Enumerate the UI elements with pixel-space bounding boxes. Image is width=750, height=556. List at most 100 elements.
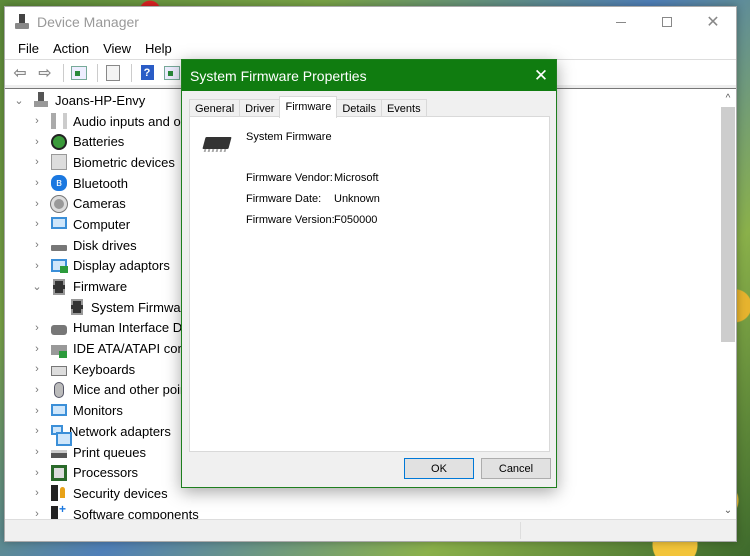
chip-icon xyxy=(202,137,232,149)
computer-icon xyxy=(33,92,49,108)
webcam-icon xyxy=(51,195,67,212)
tree-item-label: Bluetooth xyxy=(73,175,128,191)
tree-item-label: Software components xyxy=(73,506,199,519)
software-component-icon xyxy=(51,502,66,519)
chevron-down-icon: ⌄ xyxy=(723,505,733,516)
maximize-icon xyxy=(662,17,672,27)
firmware-vendor-value: Microsoft xyxy=(334,172,379,184)
back-arrow-icon: ⇦ xyxy=(13,64,27,82)
toolbar-separator xyxy=(97,63,98,82)
properties-dialog: System Firmware Properties ✕ General Dri… xyxy=(181,59,557,488)
printer-icon xyxy=(51,450,67,459)
chevron-right-icon[interactable]: › xyxy=(31,218,43,230)
back-button[interactable]: ⇦ xyxy=(9,63,31,83)
chip-icon xyxy=(71,299,83,316)
close-icon: ✕ xyxy=(533,65,549,85)
tree-item-label: Monitors xyxy=(73,403,123,419)
chevron-right-icon[interactable]: › xyxy=(31,508,43,519)
ide-controller-icon xyxy=(51,345,67,359)
chevron-right-icon[interactable]: › xyxy=(31,425,43,437)
dialog-close-button[interactable]: ✕ xyxy=(526,60,556,91)
help-button[interactable]: ? xyxy=(136,63,158,83)
chevron-right-icon[interactable]: › xyxy=(31,177,43,189)
tab-firmware[interactable]: Firmware xyxy=(279,96,338,118)
tree-item-label: Computer xyxy=(73,216,131,232)
chevron-right-icon[interactable]: › xyxy=(31,384,43,396)
chevron-right-icon[interactable]: › xyxy=(31,239,43,251)
vertical-scrollbar[interactable]: ^ ⌄ xyxy=(720,90,736,519)
tree-item-label: System Firmware xyxy=(91,299,193,315)
chip-icon xyxy=(53,278,65,295)
maximize-button[interactable] xyxy=(644,7,690,37)
fingerprint-icon xyxy=(51,154,67,171)
chevron-right-icon[interactable]: › xyxy=(31,467,43,479)
tree-item-label: Print queues xyxy=(73,444,146,460)
device-name: System Firmware xyxy=(246,131,332,143)
chevron-right-icon[interactable]: › xyxy=(31,487,43,499)
disk-drive-icon xyxy=(51,245,67,252)
tree-item-label: Disk drives xyxy=(73,237,137,253)
chevron-right-icon[interactable]: › xyxy=(31,136,43,148)
dialog-tabs: General Driver Firmware Details Events xyxy=(189,96,427,118)
chevron-right-icon[interactable]: › xyxy=(31,115,43,127)
firmware-date-label: Firmware Date: xyxy=(246,193,322,205)
chevron-right-icon[interactable]: › xyxy=(31,322,43,334)
device-manager-icon xyxy=(15,14,31,30)
minimize-button[interactable] xyxy=(598,7,644,37)
tree-item-label: Batteries xyxy=(73,134,125,150)
forward-button[interactable]: ⇨ xyxy=(34,63,56,83)
bluetooth-icon: ʙ xyxy=(51,175,67,192)
tree-item-software-components[interactable]: › Software components xyxy=(5,502,720,519)
firmware-date-value: Unknown xyxy=(334,193,380,205)
properties-button[interactable] xyxy=(102,63,124,83)
chevron-down-icon[interactable]: ⌄ xyxy=(31,280,43,293)
tree-item-label: Keyboards xyxy=(73,361,136,377)
menu-view[interactable]: View xyxy=(96,41,138,56)
chevron-right-icon[interactable]: › xyxy=(31,343,43,355)
tree-root-label: Joans-HP-Envy xyxy=(55,92,146,108)
scroll-up-button[interactable]: ^ xyxy=(720,90,736,107)
firmware-tab-page: System Firmware Firmware Vendor: Microso… xyxy=(189,116,550,452)
tree-item-label: Biometric devices xyxy=(73,154,175,170)
chevron-right-icon[interactable]: › xyxy=(31,446,43,458)
chevron-up-icon: ^ xyxy=(725,93,731,104)
tree-item-label: Display adaptors xyxy=(73,258,170,274)
chevron-down-icon[interactable]: ⌄ xyxy=(13,94,25,107)
status-bar xyxy=(5,519,736,541)
chevron-right-icon[interactable]: › xyxy=(31,198,43,210)
title-bar[interactable]: Device Manager ✕ xyxy=(5,7,736,37)
show-hide-tree-button[interactable] xyxy=(68,63,90,83)
security-key-icon xyxy=(51,485,65,502)
window-title: Device Manager xyxy=(37,14,139,30)
network-icon xyxy=(51,425,72,447)
minimize-icon xyxy=(616,21,626,23)
action-pane-icon xyxy=(164,65,180,80)
close-icon: ✕ xyxy=(706,14,720,31)
speaker-icon xyxy=(51,113,67,130)
tree-item-label: Cameras xyxy=(73,196,126,212)
display-adapter-icon xyxy=(51,259,68,274)
keyboard-icon xyxy=(51,365,67,376)
mouse-icon xyxy=(54,381,64,398)
scroll-down-button[interactable]: ⌄ xyxy=(720,502,736,519)
menu-help[interactable]: Help xyxy=(138,41,179,56)
cancel-button[interactable]: Cancel xyxy=(481,458,551,479)
action-pane-button[interactable] xyxy=(161,63,183,83)
forward-arrow-icon: ⇨ xyxy=(38,64,52,82)
monitor-icon xyxy=(51,403,67,416)
chevron-right-icon[interactable]: › xyxy=(31,260,43,272)
close-button[interactable]: ✕ xyxy=(690,7,736,37)
menu-file[interactable]: File xyxy=(11,41,46,56)
scrollbar-thumb[interactable] xyxy=(721,107,735,342)
tree-item-label: Processors xyxy=(73,465,139,481)
chevron-right-icon[interactable]: › xyxy=(31,363,43,375)
menu-action[interactable]: Action xyxy=(46,41,96,56)
menu-bar: File Action View Help xyxy=(5,37,736,59)
chevron-right-icon[interactable]: › xyxy=(31,405,43,417)
battery-icon xyxy=(51,133,67,150)
ok-button[interactable]: OK xyxy=(404,458,474,479)
dialog-title-bar[interactable]: System Firmware Properties ✕ xyxy=(182,60,556,91)
chevron-right-icon[interactable]: › xyxy=(31,156,43,168)
firmware-version-label: Firmware Version: xyxy=(246,214,335,226)
toolbar-separator xyxy=(131,63,132,82)
